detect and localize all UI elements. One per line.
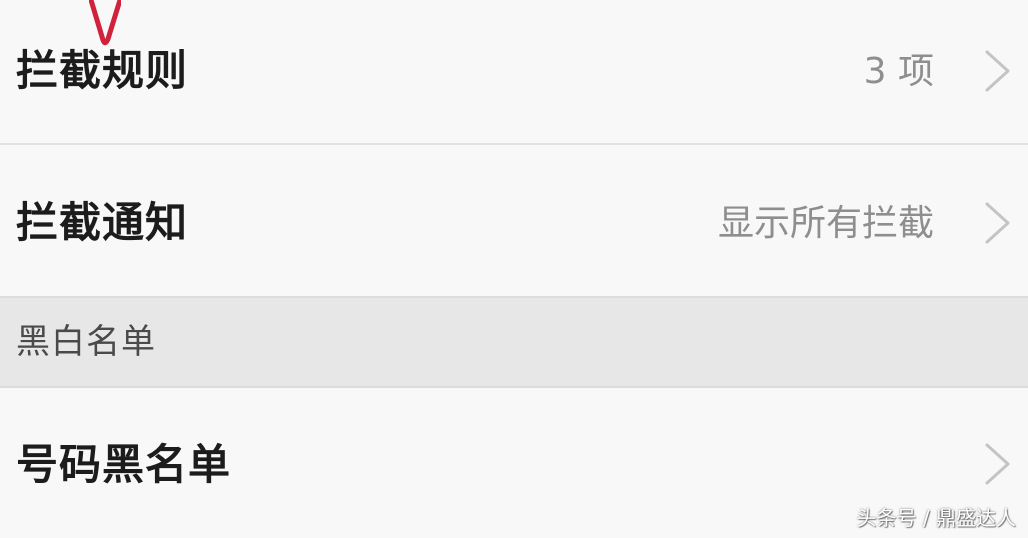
section-title: 黑白名单 (16, 322, 156, 362)
chevron-right-icon (982, 49, 1012, 93)
chevron-right-icon (982, 201, 1012, 245)
interception-settings-screen: 拦截规则 3 项 拦截通知 显示所有拦截 黑白名单 号码黑名单 头条号 / 鼎盛… (0, 0, 1028, 538)
intercept-notification-row[interactable]: 拦截通知 显示所有拦截 (0, 145, 1028, 297)
intercept-rules-value: 3 项 (863, 51, 934, 92)
red-check-mark (88, 0, 123, 46)
intercept-rules-label: 拦截规则 (16, 46, 189, 95)
number-blacklist-label: 号码黑名单 (16, 440, 232, 489)
chevron-right-icon (982, 442, 1012, 486)
intercept-notification-label: 拦截通知 (16, 198, 189, 247)
section-header-blackwhite-list: 黑白名单 (0, 298, 1028, 386)
intercept-rules-row[interactable]: 拦截规则 3 项 (0, 0, 1028, 144)
watermark: 头条号 / 鼎盛达人 (856, 506, 1016, 530)
intercept-notification-value: 显示所有拦截 (717, 203, 934, 244)
